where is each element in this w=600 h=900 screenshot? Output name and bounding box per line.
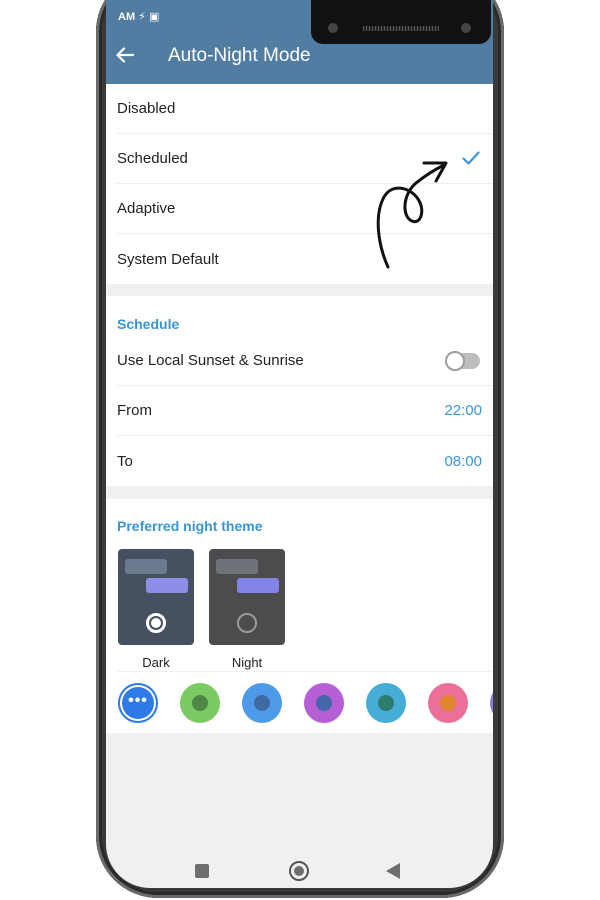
arrow-left-icon — [116, 47, 135, 63]
accent-swatch-violet[interactable] — [490, 682, 493, 723]
incoming-bubble — [216, 559, 258, 574]
status-left-icons: ⚡ ▣ — [138, 11, 160, 23]
more-dots-icon: ••• — [128, 691, 148, 709]
use-local-sunset-row[interactable]: Use Local Sunset & Sunrise — [117, 336, 493, 386]
to-label: To — [117, 452, 133, 470]
outgoing-bubble — [237, 578, 279, 593]
to-time-value[interactable]: 08:00 — [444, 453, 482, 470]
sensor-icon — [461, 23, 471, 33]
mode-option-disabled[interactable]: Disabled — [117, 84, 493, 134]
more-colors-button[interactable]: ••• — [118, 682, 158, 723]
status-left: AM ⚡ ▣ — [118, 10, 159, 23]
theme-preview-card[interactable] — [209, 549, 285, 645]
swatch-inner-dot — [378, 694, 394, 711]
accent-swatch-purple[interactable] — [304, 682, 344, 723]
use-local-sunset-toggle[interactable] — [445, 351, 480, 371]
accent-swatch-pink[interactable] — [428, 682, 468, 723]
mode-option-label: Adaptive — [117, 200, 176, 217]
mode-options-section: Disabled Scheduled Adaptive System Defau… — [106, 84, 493, 284]
theme-name: Night — [231, 655, 263, 670]
page-title: Auto-Night Mode — [168, 45, 311, 66]
status-time: AM — [118, 11, 136, 23]
night-theme-section: Preferred night theme Dark Night ••• — [106, 499, 493, 733]
from-label: From — [117, 402, 152, 419]
accent-swatch-blue[interactable] — [242, 682, 282, 723]
radio-unselected-icon[interactable] — [237, 613, 257, 633]
accent-color-list: ••• — [117, 671, 493, 733]
accent-swatch-green[interactable] — [180, 682, 220, 723]
theme-name: Dark — [142, 655, 170, 670]
checkmark-icon — [462, 151, 480, 165]
accent-swatch-cyan[interactable] — [366, 682, 406, 723]
swatch-inner-dot — [316, 694, 332, 711]
mode-option-label: Disabled — [117, 100, 176, 117]
theme-option-night[interactable]: Night — [209, 549, 285, 671]
swatch-inner-dot — [192, 694, 208, 711]
screen: AM ⚡ ▣ ▮ıll ıll ◔ Auto-Night Mode Disabl… — [106, 0, 493, 888]
mode-option-label: Scheduled — [117, 150, 188, 167]
mode-option-label: System Default — [117, 250, 219, 268]
to-time-row[interactable]: To 08:00 — [117, 436, 493, 486]
speaker-grille — [363, 26, 439, 31]
theme-list: Dark Night — [106, 541, 493, 671]
radio-selected-icon[interactable] — [146, 613, 166, 633]
mode-option-system-default[interactable]: System Default — [117, 234, 493, 284]
system-nav-bar — [106, 860, 493, 884]
mode-option-scheduled[interactable]: Scheduled — [117, 134, 493, 184]
mode-option-adaptive[interactable]: Adaptive — [117, 184, 493, 234]
theme-preview-card[interactable] — [118, 549, 194, 645]
schedule-section: Schedule Use Local Sunset & Sunrise From… — [106, 296, 493, 486]
camera-notch — [311, 0, 491, 44]
outgoing-bubble — [146, 578, 188, 593]
swatch-inner-dot — [440, 694, 456, 711]
schedule-header: Schedule — [117, 316, 180, 332]
toggle-knob — [445, 351, 465, 371]
app-bar: AM ⚡ ▣ ▮ıll ıll ◔ Auto-Night Mode — [106, 0, 493, 84]
back-button[interactable] — [114, 44, 136, 66]
camera-icon — [328, 23, 338, 33]
from-time-row[interactable]: From 22:00 — [117, 386, 493, 436]
night-theme-header: Preferred night theme — [117, 518, 263, 534]
incoming-bubble — [125, 559, 167, 574]
system-back-button[interactable] — [386, 863, 400, 879]
home-button[interactable] — [289, 861, 309, 881]
theme-option-dark[interactable]: Dark — [118, 549, 194, 671]
recent-apps-button[interactable] — [195, 864, 209, 878]
from-time-value[interactable]: 22:00 — [444, 402, 482, 419]
use-local-sunset-label: Use Local Sunset & Sunrise — [117, 352, 304, 369]
swatch-inner-dot — [254, 694, 270, 711]
